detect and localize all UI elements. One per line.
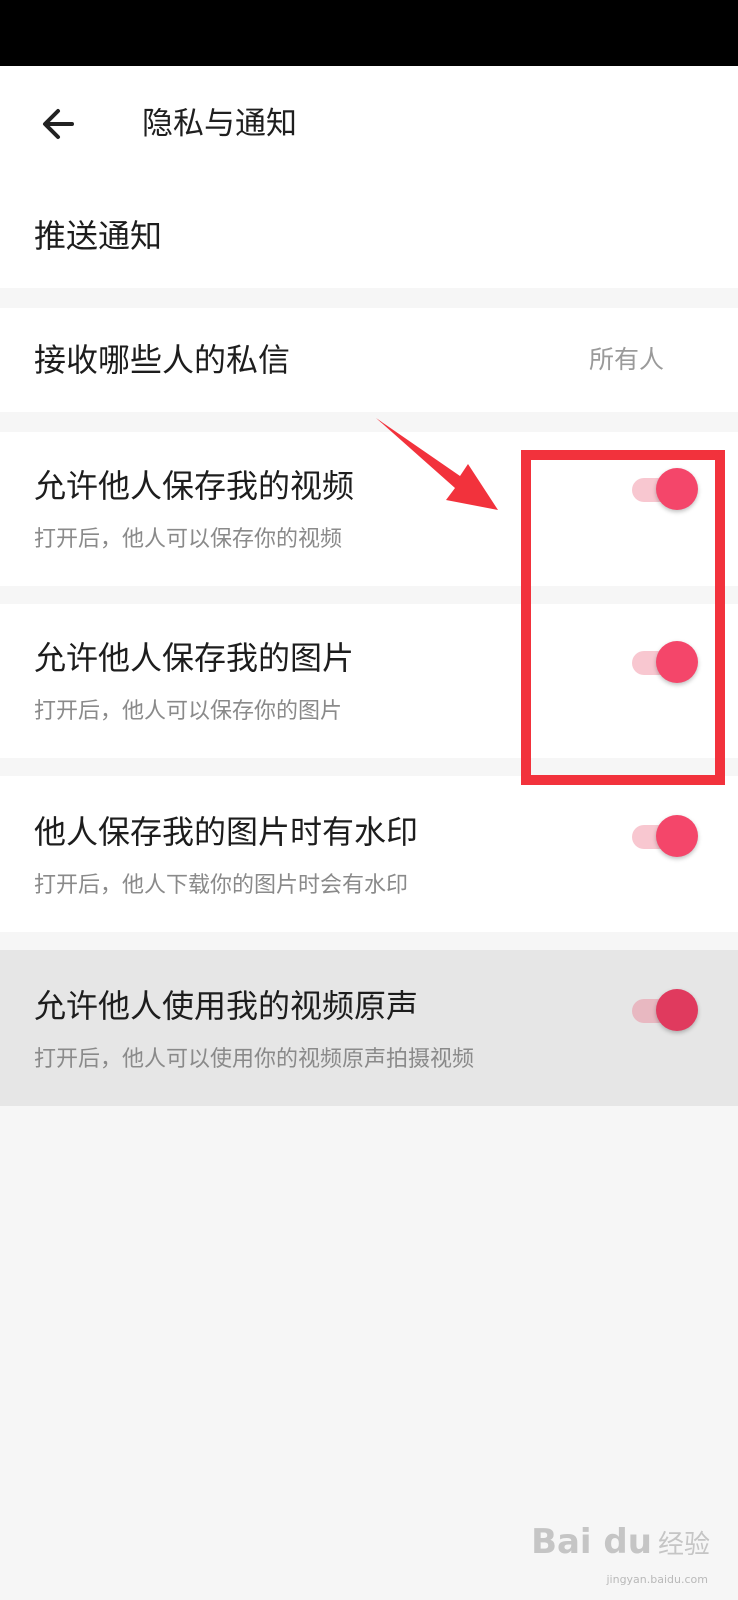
toggle-knob [656, 641, 698, 683]
row-subtitle: 打开后，他人可以使用你的视频原声拍摄视频 [34, 1047, 475, 1072]
row-title: 推送通知 [34, 217, 163, 255]
status-bar [0, 0, 738, 66]
row-subtitle: 打开后，他人可以保存你的视频 [34, 527, 343, 552]
row-subtitle: 打开后，他人下载你的图片时会有水印 [34, 873, 409, 898]
back-button[interactable] [30, 96, 86, 152]
toggle-knob [656, 468, 698, 510]
watermark-logo: Bai du [531, 1522, 652, 1562]
row-title: 允许他人使用我的视频原声 [34, 987, 419, 1025]
watermark-url: jingyan.baidu.com [606, 1573, 708, 1586]
toggle-knob [656, 989, 698, 1031]
row-allow-original-sound: 允许他人使用我的视频原声 打开后，他人可以使用你的视频原声拍摄视频 [0, 950, 738, 1106]
toggle-knob [656, 815, 698, 857]
header-bar: 隐私与通知 [0, 66, 738, 186]
baidu-jingyan-watermark: Bai du 经验 [531, 1522, 710, 1562]
watermark-brand: 经验 [657, 1529, 710, 1560]
row-push-notifications[interactable]: 推送通知 [0, 186, 738, 288]
row-value: 所有人 [588, 345, 664, 374]
row-title: 允许他人保存我的视频 [34, 467, 355, 505]
arrow-left-icon [43, 109, 74, 139]
row-allow-save-video: 允许他人保存我的视频 打开后，他人可以保存你的视频 [0, 432, 738, 586]
row-title: 允许他人保存我的图片 [34, 639, 355, 677]
row-direct-messages[interactable]: 接收哪些人的私信 所有人 [0, 308, 738, 412]
row-allow-save-photo: 允许他人保存我的图片 打开后，他人可以保存你的图片 [0, 604, 738, 758]
save-photo-toggle[interactable] [632, 639, 700, 685]
row-title: 接收哪些人的私信 [34, 341, 291, 379]
row-title: 他人保存我的图片时有水印 [34, 813, 419, 851]
save-video-toggle[interactable] [632, 466, 700, 512]
page-title: 隐私与通知 [142, 106, 297, 142]
original-sound-toggle[interactable] [632, 987, 700, 1033]
row-subtitle: 打开后，他人可以保存你的图片 [34, 699, 343, 724]
watermark-toggle[interactable] [632, 813, 700, 859]
row-photo-watermark: 他人保存我的图片时有水印 打开后，他人下载你的图片时会有水印 [0, 776, 738, 932]
